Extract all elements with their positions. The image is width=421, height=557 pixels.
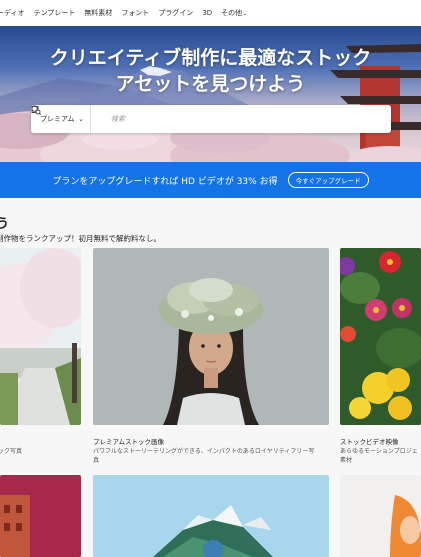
section-subtitle: 制作物をランクアップ！初月無料で解約料なし。	[0, 234, 161, 243]
hero-title-line2: アセットを見つけよう	[115, 73, 306, 95]
nav-item-fonts[interactable]: フォント	[121, 8, 149, 18]
card-row2-center-image[interactable]	[93, 475, 329, 557]
nav-item-plugins[interactable]: プラグイン	[158, 8, 193, 18]
chevron-down-icon: ⌄	[242, 10, 248, 17]
nav-item-more-label: その他	[221, 9, 243, 17]
girl-flower-crown-image	[93, 248, 329, 425]
top-nav: ーディオ テンプレート 無料素材 フォント プラグイン 3D その他⌄	[0, 0, 421, 26]
nav-item-more[interactable]: その他⌄	[221, 8, 247, 18]
visual-search-icon[interactable]	[31, 105, 391, 133]
card-premium-desc-line2: 真	[93, 457, 100, 464]
chevron-down-icon: ⌄	[78, 115, 84, 123]
card-stock-photos-desc: ック写真	[0, 448, 23, 455]
nav-item-free[interactable]: 無料素材	[84, 8, 112, 18]
card-stock-video-desc-line1: あらゆるモーションプロジェ	[340, 448, 418, 455]
search-scope-value: プレミアム	[40, 115, 75, 123]
hero-title-line1: クリエイティブ制作に最適なストック	[49, 47, 372, 69]
nav-item-templates[interactable]: テンプレート	[34, 8, 76, 18]
cherry-blossom-path-image	[0, 248, 81, 425]
nav-item-3d[interactable]: 3D	[202, 9, 212, 17]
lowpoly-island-image	[93, 475, 329, 557]
search-bar: プレミアム ⌄	[31, 105, 391, 133]
card-row2-right-image[interactable]	[340, 475, 421, 557]
illustrated-character-image	[340, 475, 421, 557]
card-stock-video-image[interactable]	[340, 248, 421, 425]
card-stock-video-desc-line2: 素材	[340, 457, 353, 464]
card-stock-photos-image[interactable]	[0, 248, 81, 425]
upgrade-banner-text: プランをアップグレードすれば HD ビデオが 33% お得	[52, 176, 278, 187]
card-premium-image[interactable]	[93, 248, 329, 425]
primrose-flowers-image	[340, 248, 421, 425]
nav-item-audio[interactable]: ーディオ	[0, 8, 25, 18]
card-premium-desc-line1: パワフルなストーリーテリングができる、インパクトのあるロイヤリティフリー写	[93, 448, 315, 455]
search-icon	[31, 105, 111, 133]
card-stock-video-title[interactable]: ストックビデオ映像	[340, 436, 399, 446]
card-row2-left-image[interactable]	[0, 475, 81, 557]
section-title: う	[0, 217, 10, 232]
search-input[interactable]	[111, 106, 367, 132]
red-building-image	[0, 475, 81, 557]
upgrade-banner: プランをアップグレードすれば HD ビデオが 33% お得 今すぐアップグレード	[0, 162, 421, 198]
card-premium-title[interactable]: プレミアムストック画像	[93, 436, 164, 446]
hero-banner: クリエイティブ制作に最適なストック アセットを見つけよう プレミアム ⌄	[0, 26, 421, 162]
upgrade-now-button[interactable]: 今すぐアップグレード	[287, 172, 369, 188]
